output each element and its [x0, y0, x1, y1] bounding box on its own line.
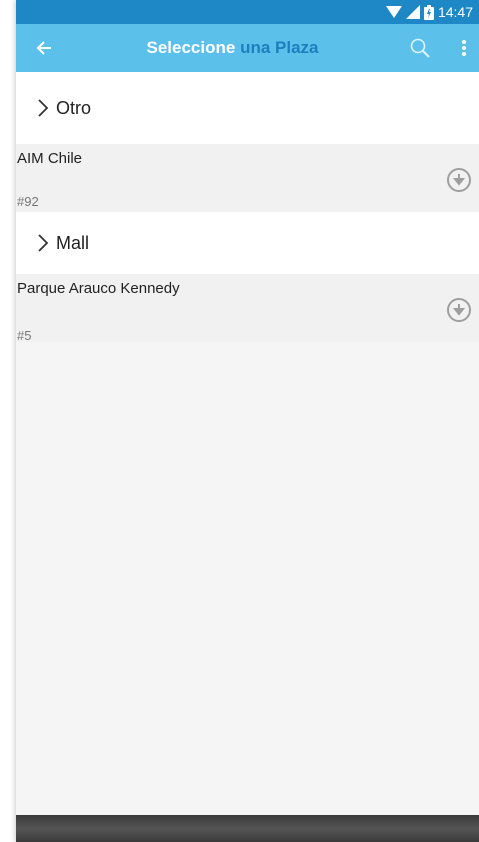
- status-bar: 14:47: [16, 0, 479, 24]
- phone-screen: 14:47 Seleccione una Plaza Otro AIM Chil…: [16, 0, 479, 842]
- more-vert-icon: [462, 40, 466, 56]
- group-header-otro[interactable]: Otro: [16, 72, 479, 144]
- download-button[interactable]: [445, 166, 473, 194]
- wifi-icon: [385, 5, 402, 19]
- download-icon: [447, 168, 471, 192]
- chevron-right-icon: [38, 234, 48, 252]
- plaza-number: #5: [17, 328, 32, 343]
- plaza-name: AIM Chile: [17, 150, 83, 167]
- title-part-1: Seleccione: [146, 38, 241, 57]
- download-icon: [447, 298, 471, 322]
- plaza-number: #92: [17, 194, 39, 209]
- search-icon: [410, 38, 430, 58]
- app-bar: Seleccione una Plaza: [16, 24, 479, 72]
- battery-icon: [423, 4, 434, 20]
- group-label: Mall: [56, 232, 90, 253]
- status-time: 14:47: [437, 4, 473, 20]
- plaza-list: Otro AIM Chile #92 Mall Parque Arauco Ke…: [16, 72, 479, 343]
- group-label: Otro: [56, 97, 92, 118]
- list-item[interactable]: Parque Arauco Kennedy #5: [16, 274, 479, 343]
- group-header-mall[interactable]: Mall: [16, 212, 479, 274]
- back-button[interactable]: [26, 30, 62, 66]
- page-title: Seleccione una Plaza: [76, 24, 389, 72]
- signal-icon: [405, 5, 420, 19]
- download-button[interactable]: [445, 296, 473, 324]
- list-item[interactable]: AIM Chile #92: [16, 144, 479, 212]
- chevron-right-icon: [38, 99, 48, 117]
- status-icons: 14:47: [385, 3, 473, 21]
- navigation-bar: [16, 815, 479, 842]
- arrow-left-icon: [36, 41, 51, 55]
- overflow-menu-button[interactable]: [452, 32, 476, 64]
- plaza-name: Parque Arauco Kennedy: [17, 280, 180, 297]
- title-part-2: una Plaza: [240, 38, 319, 57]
- search-button[interactable]: [404, 32, 436, 64]
